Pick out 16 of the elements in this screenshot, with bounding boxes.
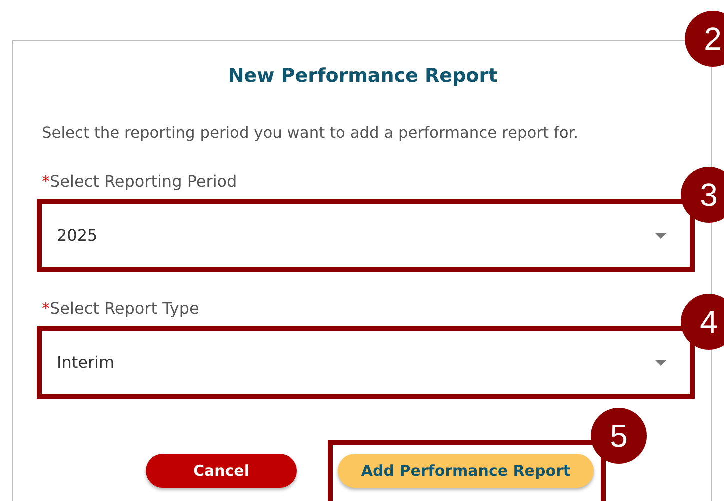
- dialog-title: New Performance Report: [227, 64, 499, 89]
- callout-number: 2: [685, 11, 724, 67]
- required-mark: *: [42, 171, 50, 193]
- field-label: Select Reporting Period: [50, 171, 238, 193]
- dropdown-caret-icon: [655, 360, 667, 366]
- callout-number: 5: [591, 408, 647, 464]
- callout-number: 4: [681, 294, 724, 350]
- add-report-button[interactable]: Add Performance Report: [338, 454, 594, 488]
- select-value: Interim: [57, 353, 115, 372]
- dialog-description: Select the reporting period you want to add a performance report for.: [42, 123, 580, 144]
- required-mark: *: [42, 298, 50, 320]
- field-label: Select Report Type: [50, 298, 200, 320]
- callout-number: 3: [681, 167, 724, 223]
- cancel-button[interactable]: Cancel: [146, 454, 297, 488]
- dropdown-caret-icon: [655, 232, 667, 238]
- select-value: 2025: [57, 226, 98, 245]
